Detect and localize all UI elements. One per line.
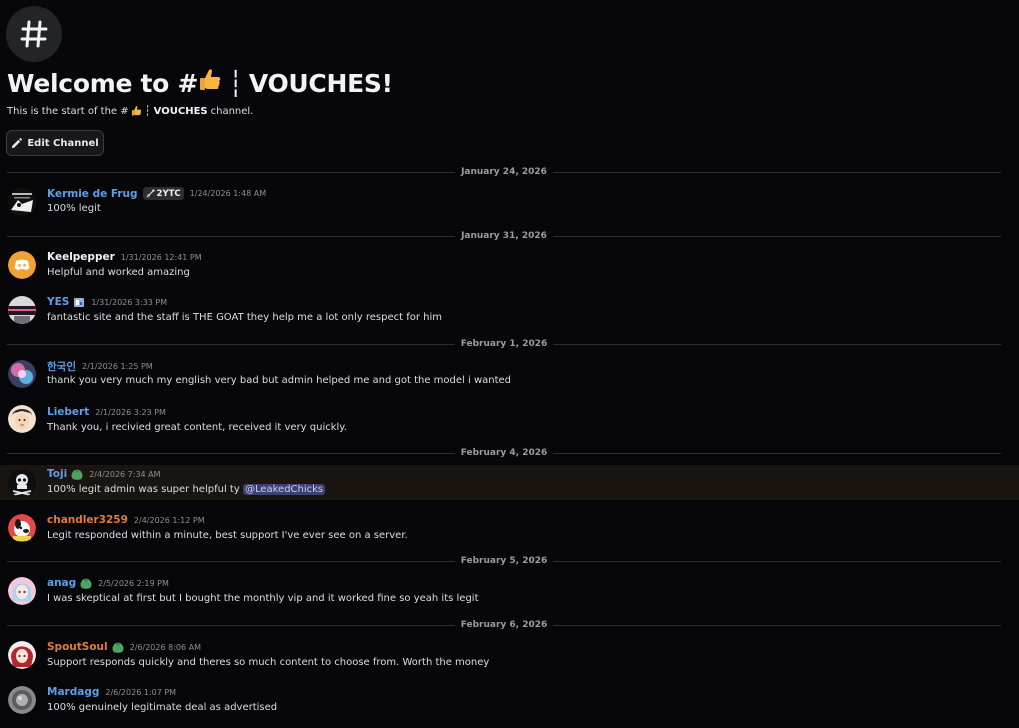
date-divider-label: February 4, 2026	[460, 448, 548, 458]
username[interactable]: anag	[47, 577, 76, 589]
guild-tag-label: 2YTC	[156, 188, 181, 199]
pencil-icon	[12, 137, 23, 148]
chat-view: Welcome to # ┆ VOUCHES! This is the star…	[0, 0, 1019, 728]
hash-glyph-icon	[20, 20, 48, 48]
welcome-title: Welcome to # ┆ VOUCHES!	[7, 66, 393, 100]
money-badge-icon	[80, 577, 92, 589]
message-item: Keelpepper 1/31/2026 12:41 PM Helpful an…	[0, 248, 1019, 282]
timestamp: 2/6/2026 8:06 AM	[129, 642, 201, 652]
edit-channel-button[interactable]: Edit Channel	[6, 130, 104, 156]
welcome-prefix: Welcome to #	[7, 68, 199, 98]
timestamp: 2/5/2026 2:19 PM	[98, 578, 169, 588]
username[interactable]: 한국인	[47, 359, 76, 374]
message-content: Thank you, i recivied great content, rec…	[47, 422, 347, 433]
welcome-channel-name: VOUCHES!	[248, 68, 393, 98]
message-item: SpoutSoul 2/6/2026 8:06 AM Support respo…	[0, 638, 1019, 672]
message-item-mentioned: Toji 2/4/2026 7:34 AM 100% legit admin w…	[0, 465, 1019, 500]
message-content: Legit responded within a minute, best su…	[47, 530, 408, 541]
user-badge-icon	[73, 296, 85, 308]
desc-suffix: channel.	[210, 105, 254, 117]
message-item: YES 1/31/2026 3:33 PM fantastic site and…	[0, 294, 1019, 328]
timestamp: 2/1/2026 1:25 PM	[81, 362, 153, 371]
sword-icon	[146, 189, 155, 198]
username[interactable]: Mardagg	[47, 686, 99, 698]
desc-prefix: This is the start of the #	[7, 105, 129, 117]
message-content: I was skeptical at first but I bought th…	[47, 593, 479, 604]
timestamp: 2/6/2026 1:07 PM	[105, 687, 177, 697]
avatar[interactable]	[8, 405, 36, 433]
message-content: fantastic site and the staff is THE GOAT…	[47, 312, 443, 323]
avatar[interactable]	[8, 577, 36, 605]
date-divider: January 31, 2026	[7, 230, 1001, 242]
thumbs-up-icon	[198, 67, 222, 99]
message-text: 100% legit admin was super helpful ty	[47, 484, 240, 495]
username[interactable]: SpoutSoul	[47, 641, 108, 653]
date-divider-label: February 5, 2026	[460, 556, 548, 566]
avatar[interactable]	[8, 360, 36, 388]
message-content: 100% legit	[47, 203, 101, 214]
avatar[interactable]	[8, 641, 36, 669]
username[interactable]: chandler3259	[47, 514, 128, 526]
message-content: 100% genuinely legitimate deal as advert…	[47, 702, 278, 713]
message-item: Liebert 2/1/2026 3:23 PM Thank you, i re…	[0, 403, 1019, 437]
avatar[interactable]	[8, 686, 36, 714]
message-content: 100% legit admin was super helpful ty @L…	[47, 484, 326, 495]
money-badge-icon	[71, 468, 83, 480]
avatar[interactable]	[8, 514, 36, 542]
date-divider-label: February 1, 2026	[460, 339, 548, 349]
edit-channel-label: Edit Channel	[27, 137, 99, 149]
user-mention[interactable]: @LeakedChicks	[242, 484, 326, 495]
message-content: thank you very much my english very bad …	[47, 375, 512, 386]
timestamp: 1/24/2026 1:48 AM	[189, 189, 267, 198]
message-item: 한국인 2/1/2026 1:25 PM thank you very much…	[0, 357, 1019, 391]
timestamp: 1/31/2026 3:33 PM	[91, 297, 168, 307]
username[interactable]: Kermie de Frug	[47, 188, 138, 200]
timestamp: 2/1/2026 3:23 PM	[95, 407, 166, 417]
date-divider: January 24, 2026	[7, 166, 1001, 178]
date-divider: February 1, 2026	[7, 338, 1001, 350]
message-content: Support responds quickly and theres so m…	[47, 657, 490, 668]
username[interactable]: Liebert	[47, 406, 89, 418]
desc-separator: ┆	[144, 105, 151, 117]
avatar[interactable]	[8, 251, 36, 279]
timestamp: 2/4/2026 1:12 PM	[133, 515, 205, 525]
channel-description: This is the start of the # ┆ VOUCHES cha…	[7, 105, 253, 117]
timestamp: 2/4/2026 7:34 AM	[89, 469, 161, 479]
avatar[interactable]	[8, 296, 36, 324]
thumbs-up-small-icon	[131, 105, 142, 117]
date-divider-label: February 6, 2026	[460, 620, 548, 630]
avatar[interactable]	[8, 469, 36, 497]
message-item: Mardagg 2/6/2026 1:07 PM 100% genuinely …	[0, 683, 1019, 717]
date-divider-label: January 24, 2026	[461, 167, 547, 177]
message-content: Helpful and worked amazing	[47, 267, 190, 278]
title-separator: ┆	[228, 68, 243, 98]
message-item: Kermie de Frug 2YTC 1/24/2026 1:48 AM 10…	[0, 184, 1019, 218]
username[interactable]: Toji	[47, 468, 67, 480]
username[interactable]: Keelpepper	[47, 251, 115, 263]
date-divider: February 6, 2026	[7, 619, 1001, 631]
timestamp: 1/31/2026 12:41 PM	[120, 252, 202, 262]
avatar[interactable]	[8, 188, 36, 216]
message-item: anag 2/5/2026 2:19 PM I was skeptical at…	[0, 574, 1019, 608]
username[interactable]: YES	[47, 296, 69, 308]
guild-tag[interactable]: 2YTC	[142, 187, 184, 200]
date-divider: February 4, 2026	[7, 447, 1001, 459]
date-divider-label: January 31, 2026	[461, 231, 547, 241]
money-badge-icon	[112, 641, 124, 653]
desc-channel-name: VOUCHES	[153, 105, 208, 117]
hash-icon	[6, 6, 62, 62]
message-item: chandler3259 2/4/2026 1:12 PM Legit resp…	[0, 511, 1019, 545]
date-divider: February 5, 2026	[7, 555, 1001, 567]
